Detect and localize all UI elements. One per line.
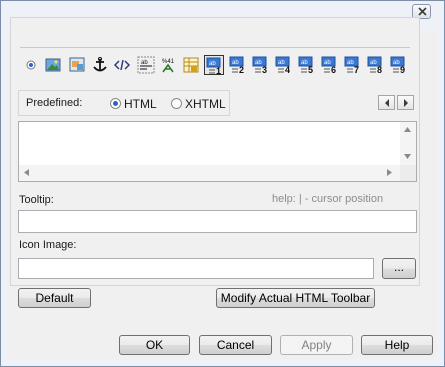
- svg-text:3: 3: [262, 65, 267, 74]
- custom-toolbar-5-icon: ab5: [298, 56, 313, 74]
- entity-tool-button[interactable]: %41: [159, 55, 179, 75]
- custom-toolbar-5-button[interactable]: ab 5: [297, 55, 317, 75]
- scroll-down-icon[interactable]: [404, 154, 411, 159]
- lock-table-tool-icon: [183, 57, 199, 73]
- svg-text:8: 8: [377, 65, 382, 74]
- scroll-right-button[interactable]: [397, 95, 414, 110]
- custom-toolbar-8-button[interactable]: ab 8: [366, 55, 386, 75]
- custom-toolbar-4-icon: ab4: [275, 56, 290, 74]
- custom-toolbar-3-button[interactable]: ab 3: [251, 55, 271, 75]
- default-button[interactable]: Default: [18, 288, 91, 308]
- radio-html-label[interactable]: HTML: [124, 97, 157, 111]
- html-tag-tool-icon: [113, 59, 131, 71]
- vertical-scrollbar[interactable]: [400, 122, 416, 166]
- radio-xhtml[interactable]: [171, 98, 182, 109]
- image-map-tool-button[interactable]: [67, 55, 87, 75]
- radio-html-dot: [113, 101, 118, 106]
- custom-toolbar-2-button[interactable]: ab 2: [228, 55, 248, 75]
- custom-toolbar-9-icon: ab9: [390, 56, 405, 74]
- entity-tool-icon: %41: [162, 59, 175, 73]
- custom-toolbar-9-button[interactable]: ab 9: [389, 55, 409, 75]
- icon-image-label: Icon Image:: [19, 239, 77, 251]
- image-tool-icon: [45, 58, 61, 72]
- custom-toolbar-7-button[interactable]: ab 7: [343, 55, 363, 75]
- special-char-tool-button[interactable]: ab: [136, 55, 156, 75]
- lock-table-tool-button[interactable]: [181, 55, 201, 75]
- svg-text:7: 7: [354, 65, 359, 74]
- icon-image-input[interactable]: [18, 258, 374, 279]
- svg-text:1: 1: [216, 66, 221, 75]
- apply-button[interactable]: Apply: [280, 335, 353, 355]
- tooltip-label: Tooltip:: [19, 194, 54, 206]
- ok-button[interactable]: OK: [119, 335, 190, 355]
- custom-toolbar-6-button[interactable]: ab 6: [320, 55, 340, 75]
- radio-xhtml-label[interactable]: XHTML: [185, 97, 226, 111]
- cursor-position-hint: help: | - cursor position: [272, 193, 384, 205]
- svg-text:5: 5: [308, 65, 313, 74]
- arrow-right-icon: [404, 99, 408, 107]
- image-map-tool-icon: [69, 57, 85, 72]
- predefined-label: Predefined:: [26, 97, 83, 109]
- scrollbar-corner: [400, 165, 416, 181]
- custom-toolbar-6-icon: ab6: [321, 56, 336, 74]
- arrow-left-icon: [385, 99, 389, 107]
- close-icon: [418, 7, 427, 16]
- svg-text:9: 9: [400, 65, 405, 74]
- scroll-left-icon[interactable]: [24, 169, 29, 176]
- browse-button[interactable]: ...: [382, 258, 416, 279]
- cancel-button[interactable]: Cancel: [199, 335, 272, 355]
- image-tool-button[interactable]: [43, 55, 63, 75]
- scroll-right-icon[interactable]: [387, 169, 392, 176]
- radio-html[interactable]: [110, 98, 121, 109]
- scroll-left-button[interactable]: [378, 95, 395, 110]
- horizontal-scrollbar[interactable]: [19, 165, 400, 181]
- help-button[interactable]: Help: [361, 335, 433, 355]
- anchor-tool-icon: [93, 57, 107, 72]
- custom-toolbar-8-icon: ab8: [367, 56, 382, 74]
- svg-text:4: 4: [285, 65, 290, 74]
- svg-text:6: 6: [331, 65, 336, 74]
- radio-tool-button[interactable]: [21, 55, 41, 75]
- custom-toolbar-7-icon: ab7: [344, 56, 359, 74]
- radio-tool-icon: [26, 60, 36, 70]
- custom-toolbar-1-icon: ab1: [206, 57, 221, 75]
- svg-text:2: 2: [239, 65, 244, 74]
- tooltip-input[interactable]: [18, 210, 417, 233]
- custom-toolbar-1-button[interactable]: ab 1: [204, 55, 224, 75]
- custom-toolbar-4-button[interactable]: ab 4: [274, 55, 294, 75]
- html-code-editor[interactable]: [18, 121, 417, 182]
- custom-toolbar-2-icon: ab2: [229, 56, 244, 74]
- toolbar-separator: [20, 47, 410, 48]
- modify-toolbar-button[interactable]: Modify Actual HTML Toolbar: [216, 288, 375, 308]
- custom-toolbar-3-icon: ab3: [252, 56, 267, 74]
- html-tag-tool-button[interactable]: [112, 55, 132, 75]
- svg-text:ab: ab: [141, 60, 148, 66]
- anchor-tool-button[interactable]: [90, 55, 110, 75]
- special-char-tool-icon: ab: [137, 56, 155, 74]
- scroll-up-icon[interactable]: [404, 127, 411, 132]
